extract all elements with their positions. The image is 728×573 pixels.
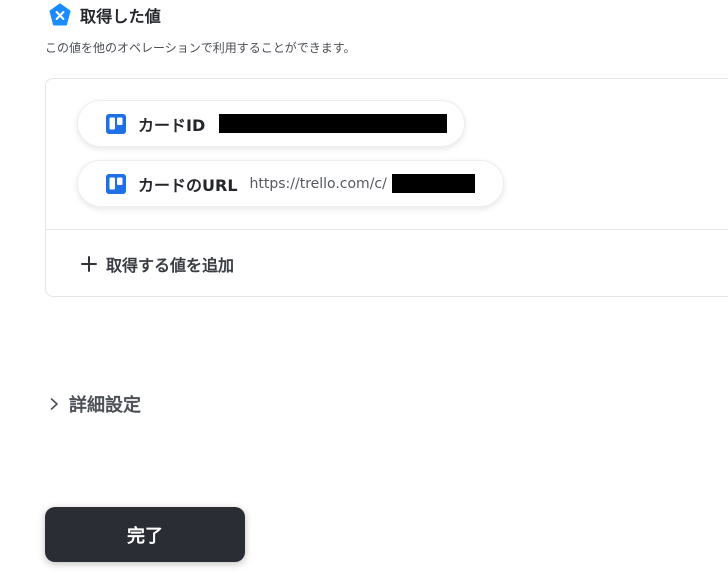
yoom-x-hexagon-icon: [49, 3, 71, 26]
done-button[interactable]: 完了: [45, 507, 245, 562]
redacted-value: [391, 174, 475, 193]
section-header: 取得した値: [48, 2, 161, 28]
divider: [46, 229, 728, 230]
advanced-settings-label: 詳細設定: [69, 395, 141, 416]
output-fields-card: カードID カードのURL https://trello.com/c/ 取得する…: [45, 78, 728, 297]
trello-icon: [106, 173, 126, 194]
add-field-label: 取得する値を追加: [106, 256, 235, 275]
plus-icon: [81, 256, 97, 272]
output-field-card-id[interactable]: カードID: [77, 100, 465, 147]
field-value: https://trello.com/c/: [249, 175, 387, 192]
section-description: この値を他のオペレーションで利用することができます。: [45, 41, 356, 55]
field-label: カードのURL: [138, 175, 238, 195]
trello-icon: [106, 113, 126, 134]
add-field-button[interactable]: 取得する値を追加: [80, 251, 234, 277]
chevron-right-icon: [50, 398, 58, 410]
advanced-settings-toggle[interactable]: 詳細設定: [47, 390, 141, 418]
field-label: カードID: [138, 115, 206, 135]
output-field-card-url[interactable]: カードのURL https://trello.com/c/: [77, 160, 504, 207]
section-title: 取得した値: [80, 7, 162, 26]
redacted-value: [219, 114, 448, 133]
